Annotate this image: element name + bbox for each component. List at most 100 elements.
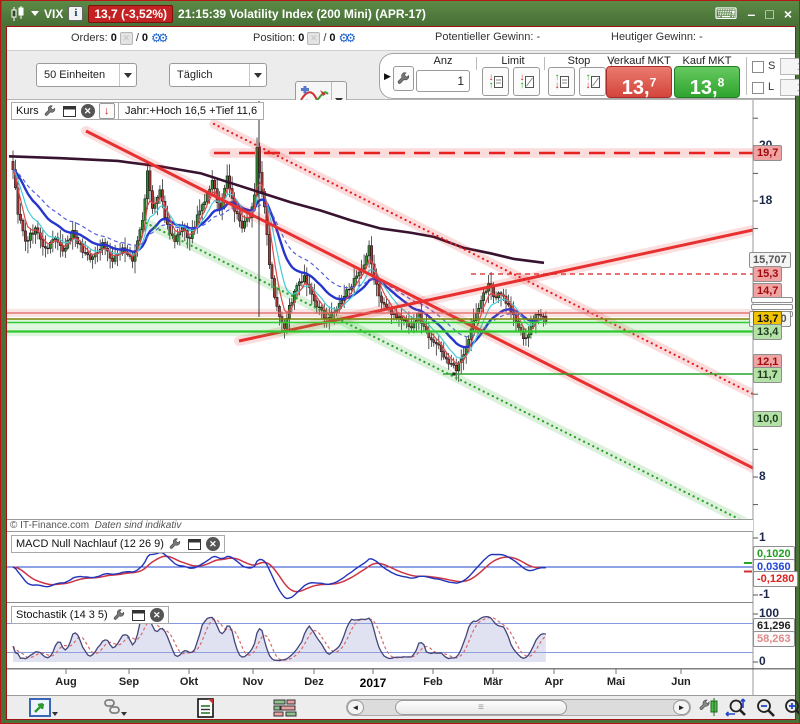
stop-distance-input[interactable] xyxy=(780,58,800,75)
orders-status-row: Orders: 0 ✕ / 0 ⚙⚙ Position: 0 ✕ / 0 ⚙⚙ … xyxy=(7,27,795,51)
scrollbar-thumb[interactable]: ≡ xyxy=(395,700,567,715)
quantity-input[interactable] xyxy=(416,70,470,92)
minimize-button[interactable]: – xyxy=(748,6,756,22)
scroll-right-button[interactable]: ► xyxy=(673,700,690,715)
window-title: 21:15:39 Volatility Index (200 Mini) (AP… xyxy=(178,7,426,21)
buy-market-button[interactable]: 13,8 xyxy=(674,66,740,98)
chart-toolbar-row: 50 Einheiten Täglich xyxy=(7,51,795,100)
market-depth-button[interactable] xyxy=(273,698,299,721)
info-icon[interactable]: i xyxy=(68,6,83,21)
anz-label: Anz xyxy=(416,55,470,67)
orders-settings-gear-icon[interactable]: ⚙⚙ xyxy=(151,31,165,45)
instrument-dropdown-caret[interactable] xyxy=(31,11,39,16)
chart-area[interactable]: Kurs ✕ ↓ ↑ Jahr:+Hoch 16,5 +Tief 11,6 © … xyxy=(7,100,795,695)
year-range-box: Jahr:+Hoch 16,5 +Tief 11,6 xyxy=(118,102,264,120)
wrench-icon xyxy=(169,538,181,550)
price-settings-button[interactable] xyxy=(43,104,58,118)
sell-market-button[interactable]: 13,7 xyxy=(606,66,672,98)
limit-checkbox[interactable] xyxy=(752,82,764,94)
export-chart-button[interactable] xyxy=(29,698,59,721)
timeframe-dropdown-value: Täglich xyxy=(177,69,212,81)
time-scrollbar[interactable]: ◄ ≡ ► xyxy=(346,699,691,716)
scrollbar-grip: ≡ xyxy=(478,702,484,713)
price-change-badge: 13,7 (-3,52%) xyxy=(88,5,173,23)
stop-checkbox[interactable] xyxy=(752,61,764,73)
price-panel-title: Kurs xyxy=(16,105,39,117)
copyright-text: © IT-Finance.com xyxy=(10,520,89,531)
detach-window-button[interactable] xyxy=(187,537,202,551)
zoom-range-button[interactable] xyxy=(725,698,749,722)
close-panel-icon[interactable]: ✕ xyxy=(150,608,164,622)
window-icon xyxy=(63,106,76,117)
macd-settings-button[interactable] xyxy=(168,537,183,551)
chart-settings-button[interactable] xyxy=(699,698,719,721)
orders-group: Orders: 0 ✕ / 0 ⚙⚙ xyxy=(71,31,165,45)
units-dropdown[interactable]: 50 Einheiten xyxy=(36,63,137,87)
macd-panel-title: MACD Null Nachlauf (12 26 9) xyxy=(16,538,164,550)
close-button[interactable]: × xyxy=(784,6,792,22)
position-count2: 0 xyxy=(329,32,335,44)
stoch-settings-button[interactable] xyxy=(112,608,127,622)
position-group: Position: 0 ✕ / 0 ⚙⚙ xyxy=(253,31,352,45)
window-content: Orders: 0 ✕ / 0 ⚙⚙ Position: 0 ✕ / 0 ⚙⚙ … xyxy=(7,27,795,719)
sell-stop-order-button[interactable]: ↑↓ xyxy=(548,67,575,96)
potential-profit-group: Potentieller Gewinn: - xyxy=(435,31,540,43)
position-count: 0 xyxy=(298,32,304,44)
sell-limit-order-button[interactable]: ↓↑ xyxy=(482,67,509,96)
s-label: S xyxy=(768,60,775,72)
potential-profit-label: Potentieller Gewinn: xyxy=(435,31,533,43)
title-bar: VIX i 13,7 (-3,52%) 21:15:39 Volatility … xyxy=(2,1,800,26)
wrench-icon xyxy=(44,105,56,117)
buy-stop-order-button[interactable]: ↑↓ xyxy=(579,67,606,96)
macd-panel-header: MACD Null Nachlauf (12 26 9) ✕ xyxy=(11,535,225,553)
year-range-info: Jahr:+Hoch 16,5 +Tief 11,6 xyxy=(125,105,257,117)
zoom-in-button[interactable] xyxy=(783,698,800,722)
trade-panel: ▶ Anz Limit ↓↑ ↓↑ xyxy=(379,53,795,99)
limit-label: Limit xyxy=(482,55,544,67)
buy-limit-order-button[interactable]: ↓↑ xyxy=(513,67,540,96)
maximize-button[interactable]: □ xyxy=(765,6,773,22)
wrench-icon xyxy=(397,72,410,85)
units-dropdown-value: 50 Einheiten xyxy=(44,69,105,81)
keyboard-icon[interactable]: ⌨ xyxy=(714,4,737,24)
wrench-icon xyxy=(113,609,125,621)
window-icon xyxy=(188,539,201,550)
instrument-symbol: VIX xyxy=(44,7,63,21)
l-label: L xyxy=(768,81,774,93)
data-provider-bar: © IT-Finance.com Daten sind indikativ xyxy=(7,519,753,532)
candlestick-icon xyxy=(10,6,26,22)
today-profit-label: Heutiger Gewinn: xyxy=(611,31,696,43)
stochastic-panel-title: Stochastik (14 3 5) xyxy=(16,609,108,621)
stochastic-panel-header: Stochastik (14 3 5) ✕ xyxy=(11,606,169,624)
scroll-left-button[interactable]: ◄ xyxy=(347,700,364,715)
chevron-down-icon[interactable] xyxy=(249,64,266,86)
detach-window-button[interactable] xyxy=(131,608,146,622)
orders-checkbox-icon[interactable]: ✕ xyxy=(120,32,133,45)
bottom-toolbar: ◄ ≡ ► xyxy=(7,695,795,719)
timeframe-dropdown[interactable]: Täglich xyxy=(169,63,267,87)
close-panel-icon[interactable]: ✕ xyxy=(81,104,95,118)
sell-arrow-button[interactable]: ↓ xyxy=(99,103,115,119)
today-profit-group: Heutiger Gewinn: - xyxy=(611,31,703,43)
link-button[interactable] xyxy=(103,698,129,721)
position-label: Position: xyxy=(253,32,295,44)
stop-label: Stop xyxy=(548,55,610,67)
report-button[interactable] xyxy=(197,698,215,721)
today-profit-value: - xyxy=(699,31,703,43)
chevron-down-icon[interactable] xyxy=(119,64,136,86)
app-window: VIX i 13,7 (-3,52%) 21:15:39 Volatility … xyxy=(0,0,800,724)
window-icon xyxy=(132,610,145,621)
trade-settings-button[interactable] xyxy=(393,66,414,91)
potential-profit-value: - xyxy=(536,31,540,43)
close-panel-icon[interactable]: ✕ xyxy=(206,537,220,551)
limit-distance-input[interactable] xyxy=(780,79,800,96)
detach-window-button[interactable] xyxy=(62,104,77,118)
position-settings-gear-icon[interactable]: ⚙⚙ xyxy=(339,31,353,45)
position-checkbox-icon[interactable]: ✕ xyxy=(307,32,320,45)
orders-count: 0 xyxy=(111,32,117,44)
disclaimer-text: Daten sind indikativ xyxy=(95,520,182,531)
orders-count2: 0 xyxy=(142,32,148,44)
panel-collapse-arrow-icon[interactable]: ▶ xyxy=(384,71,391,82)
zoom-out-button[interactable] xyxy=(755,698,777,722)
orders-label: Orders: xyxy=(71,32,108,44)
